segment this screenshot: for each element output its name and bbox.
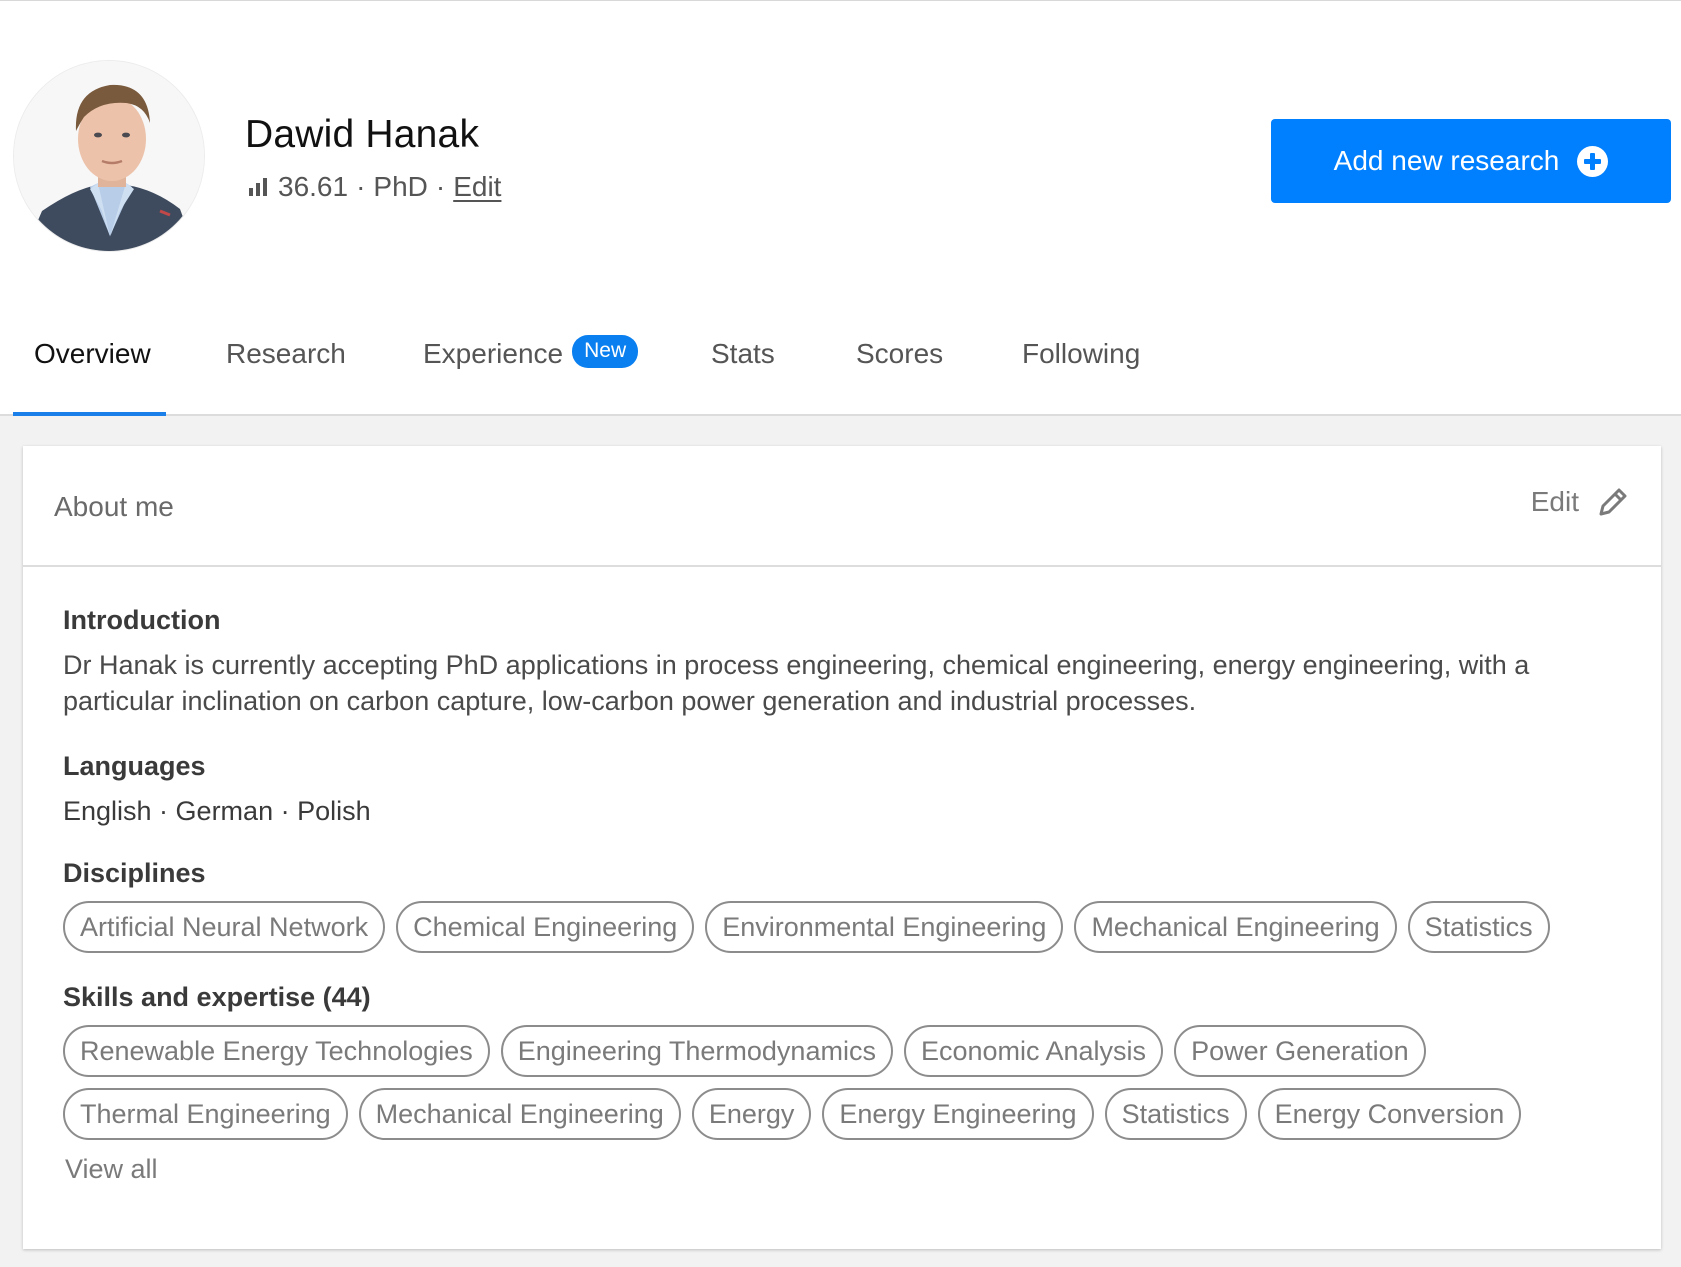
tab-scores[interactable]: Scores [856,331,943,417]
tab-experience[interactable]: Experience New [423,331,639,417]
profile-tabs: Overview Research Experience New Stats S… [0,331,1681,417]
discipline-chip[interactable]: Statistics [1407,901,1550,953]
skills-list: Renewable Energy Technologies Engineerin… [63,1025,1533,1140]
edit-profile-link[interactable]: Edit [453,171,501,203]
separator: · [356,171,366,202]
plus-circle-icon [1577,145,1609,177]
active-tab-indicator [13,412,166,416]
card-body: Introduction Dr Hanak is currently accep… [63,605,1621,1185]
skill-chip[interactable]: Mechanical Engineering [358,1088,681,1140]
discipline-chip[interactable]: Artificial Neural Network [63,901,386,953]
tab-label: Experience [423,338,564,369]
add-new-research-label: Add new research [1333,145,1560,176]
separator: · [435,171,446,202]
profile-name: Dawid Hanak [245,113,480,156]
disciplines-heading: Disciplines [63,858,206,888]
avatar-photo [14,61,204,251]
tab-label: Overview [34,338,151,369]
skill-chip[interactable]: Energy Conversion [1257,1088,1522,1140]
profile-header: Dawid Hanak 36.61 · PhD · Edit Add new r… [0,1,1681,416]
skills-heading: Skills and expertise (44) [63,982,371,1012]
edit-about-button[interactable]: Edit [1531,486,1629,518]
tab-label: Stats [711,338,775,369]
add-new-research-button[interactable]: Add new research [1271,119,1671,203]
discipline-chip[interactable]: Mechanical Engineering [1074,901,1397,953]
tab-overview[interactable]: Overview [34,331,151,417]
introduction-text: Dr Hanak is currently accepting PhD appl… [63,650,1530,716]
skill-chip[interactable]: Renewable Energy Technologies [63,1025,490,1077]
view-all-skills-link[interactable]: View all [65,1154,1621,1185]
tab-label: Research [226,338,346,369]
languages-text: English · German · Polish [63,796,371,826]
skill-chip[interactable]: Energy [691,1088,812,1140]
languages-heading: Languages [63,751,206,781]
skill-chip[interactable]: Statistics [1104,1088,1247,1140]
discipline-chip[interactable]: Environmental Engineering [705,901,1064,953]
tab-label: Following [1022,338,1141,369]
tab-label: Scores [856,338,944,369]
research-score: 36.61 [278,171,349,202]
tab-stats[interactable]: Stats [711,331,775,417]
card-title: About me [54,491,174,522]
discipline-chip[interactable]: Chemical Engineering [396,901,695,953]
profile-meta: 36.61 · PhD · Edit [249,171,501,203]
degree: PhD [373,171,428,202]
skill-chip[interactable]: Thermal Engineering [63,1088,348,1140]
bar-chart-icon [249,178,267,196]
skill-chip[interactable]: Engineering Thermodynamics [500,1025,893,1077]
new-badge: New [572,335,639,368]
skill-chip[interactable]: Energy Engineering [822,1088,1094,1140]
edit-label: Edit [1530,486,1579,517]
skill-chip[interactable]: Power Generation [1174,1025,1426,1077]
disciplines-list: Artificial Neural Network Chemical Engin… [63,901,1623,953]
tab-research[interactable]: Research [226,331,346,417]
pencil-icon [1599,488,1627,516]
introduction-heading: Introduction [63,605,221,635]
card-header: About me Edit [23,446,1661,567]
avatar[interactable] [13,60,205,252]
tab-following[interactable]: Following [1022,331,1140,417]
skill-chip[interactable]: Economic Analysis [903,1025,1164,1077]
about-me-card: About me Edit Introduction Dr Hanak is c… [23,446,1661,1249]
